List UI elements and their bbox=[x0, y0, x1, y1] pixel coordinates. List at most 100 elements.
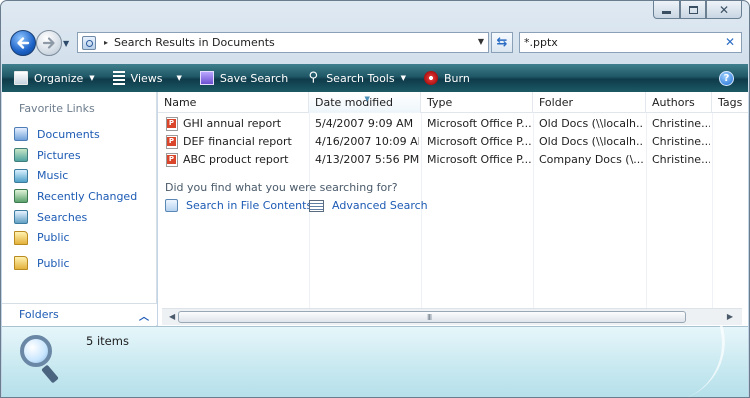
file-row[interactable]: GHI annual report 5/4/2007 9:09 AM Micro… bbox=[158, 115, 748, 133]
refresh-button[interactable]: ⇆ bbox=[491, 32, 513, 53]
forward-arrow-icon bbox=[42, 37, 55, 49]
folders-toggle[interactable]: Folders ︿ bbox=[2, 303, 157, 325]
views-icon bbox=[112, 71, 125, 85]
search-box[interactable]: ✕ bbox=[519, 32, 742, 53]
favorite-links-heading: Favorite Links bbox=[19, 102, 95, 115]
burn-button[interactable]: Burn bbox=[423, 71, 470, 85]
powerpoint-file-icon bbox=[166, 135, 178, 149]
file-date: 4/16/2007 10:09 AM bbox=[315, 135, 419, 148]
column-header-date-modified[interactable]: ▼ Date modified bbox=[309, 92, 421, 113]
search-magnifier-icon bbox=[16, 333, 60, 385]
file-folder: Old Docs (\\localh... bbox=[539, 117, 644, 130]
navigation-pane: Favorite Links Documents Pictures Music … bbox=[2, 92, 157, 326]
horizontal-scrollbar[interactable]: ◀ III ▶ bbox=[162, 308, 742, 325]
close-button[interactable]: ✕ bbox=[706, 1, 742, 19]
recently-changed-icon bbox=[14, 189, 28, 204]
search-tools-label: Search Tools bbox=[326, 71, 395, 85]
nav-item-public[interactable]: Public bbox=[14, 227, 137, 248]
burn-disc-icon bbox=[423, 71, 438, 85]
clear-search-icon[interactable]: ✕ bbox=[725, 35, 735, 49]
refresh-icon: ⇆ bbox=[496, 35, 508, 50]
search-folder-icon bbox=[82, 35, 96, 50]
file-authors: Christine... bbox=[652, 135, 710, 148]
nav-item-label: Public bbox=[37, 231, 70, 245]
nav-item-label: Searches bbox=[37, 210, 88, 224]
file-authors: Christine... bbox=[652, 117, 710, 130]
scrollbar-thumb[interactable]: III bbox=[178, 311, 686, 323]
column-header-label: Date modified bbox=[315, 96, 393, 109]
folders-label: Folders bbox=[19, 308, 59, 321]
search-tools-dropdown-icon: ▼ bbox=[400, 74, 406, 82]
column-header-name[interactable]: Name bbox=[158, 92, 309, 113]
breadcrumb-separator-icon[interactable]: ▸ bbox=[104, 38, 108, 47]
scroll-right-icon[interactable]: ▶ bbox=[727, 312, 733, 321]
sort-descending-icon: ▼ bbox=[364, 95, 370, 103]
maximize-icon bbox=[688, 5, 698, 14]
advanced-search-link[interactable]: Advanced Search bbox=[309, 199, 428, 212]
minimize-button[interactable] bbox=[653, 1, 680, 19]
save-search-button[interactable]: Save Search bbox=[199, 71, 288, 85]
caption-buttons: ✕ bbox=[653, 1, 742, 19]
nav-item-searches[interactable]: Searches bbox=[14, 207, 137, 228]
explorer-window: ✕ ▼ ▸ Search Results in Documents ▼ ⇆ ✕ … bbox=[0, 0, 750, 398]
forward-button[interactable] bbox=[36, 30, 62, 56]
save-search-icon bbox=[199, 71, 214, 85]
file-row[interactable]: DEF financial report 4/16/2007 10:09 AM … bbox=[158, 133, 748, 151]
minimize-icon bbox=[662, 11, 671, 14]
file-name: GHI annual report bbox=[183, 117, 282, 130]
views-button[interactable]: Views ▼ bbox=[112, 71, 182, 85]
maximize-button[interactable] bbox=[680, 1, 706, 19]
powerpoint-file-icon bbox=[166, 153, 178, 167]
file-type: Microsoft Office P... bbox=[427, 117, 531, 130]
back-button[interactable] bbox=[10, 30, 36, 56]
column-header-label: Tags bbox=[718, 96, 743, 109]
breadcrumb-location[interactable]: Search Results in Documents bbox=[114, 36, 275, 49]
column-header-tags[interactable]: Tags bbox=[712, 92, 748, 113]
nav-item-documents[interactable]: Documents bbox=[14, 124, 137, 145]
column-header-row: Name ▼ Date modified Type Folder Authors … bbox=[158, 92, 748, 113]
favorite-links-list: Documents Pictures Music Recently Change… bbox=[14, 124, 137, 274]
search-input[interactable] bbox=[524, 36, 714, 49]
organize-icon bbox=[14, 71, 28, 85]
documents-icon bbox=[14, 127, 28, 142]
burn-label: Burn bbox=[443, 71, 470, 85]
column-header-authors[interactable]: Authors bbox=[646, 92, 712, 113]
help-icon: ? bbox=[723, 73, 730, 84]
public-folder-icon bbox=[14, 256, 28, 271]
link-label: Advanced Search bbox=[332, 199, 428, 212]
file-list-pane: Name ▼ Date modified Type Folder Authors … bbox=[158, 92, 748, 326]
powerpoint-file-icon bbox=[166, 117, 178, 131]
pictures-icon bbox=[14, 148, 28, 163]
advanced-search-icon bbox=[309, 199, 324, 212]
column-header-folder[interactable]: Folder bbox=[533, 92, 646, 113]
file-date: 4/13/2007 5:56 PM bbox=[315, 153, 419, 166]
search-in-file-contents-link[interactable]: Search in File Contents bbox=[165, 199, 312, 212]
column-header-label: Type bbox=[427, 96, 453, 109]
views-dropdown-icon: ▼ bbox=[176, 74, 182, 82]
file-row[interactable]: ABC product report 4/13/2007 5:56 PM Mic… bbox=[158, 151, 748, 169]
help-button[interactable]: ? bbox=[719, 71, 734, 86]
nav-item-label: Public bbox=[37, 256, 70, 270]
address-dropdown-icon[interactable]: ▼ bbox=[478, 37, 484, 46]
music-icon bbox=[14, 168, 28, 183]
searches-icon bbox=[14, 210, 28, 225]
nav-item-public-2[interactable]: Public bbox=[14, 253, 137, 274]
column-header-label: Folder bbox=[539, 96, 573, 109]
search-file-contents-icon bbox=[165, 199, 178, 212]
file-date: 5/4/2007 9:09 AM bbox=[315, 117, 414, 130]
file-folder: Company Docs (\... bbox=[539, 153, 644, 166]
nav-item-music[interactable]: Music bbox=[14, 165, 137, 186]
magnifier-icon: ⚲ bbox=[308, 70, 318, 85]
details-pane: 5 items bbox=[2, 325, 748, 397]
nav-item-pictures[interactable]: Pictures bbox=[14, 145, 137, 166]
nav-item-label: Recently Changed bbox=[37, 189, 138, 203]
organize-dropdown-icon: ▼ bbox=[89, 74, 95, 82]
address-bar[interactable]: ▸ Search Results in Documents ▼ bbox=[77, 32, 489, 53]
organize-button[interactable]: Organize ▼ bbox=[14, 71, 95, 85]
views-label: Views bbox=[130, 71, 163, 85]
nav-item-recently-changed[interactable]: Recently Changed bbox=[14, 186, 137, 207]
column-header-type[interactable]: Type bbox=[421, 92, 533, 113]
scroll-left-icon[interactable]: ◀ bbox=[169, 312, 175, 321]
search-tools-button[interactable]: ⚲ Search Tools ▼ bbox=[306, 71, 406, 85]
recent-pages-dropdown-icon[interactable]: ▼ bbox=[63, 39, 69, 48]
